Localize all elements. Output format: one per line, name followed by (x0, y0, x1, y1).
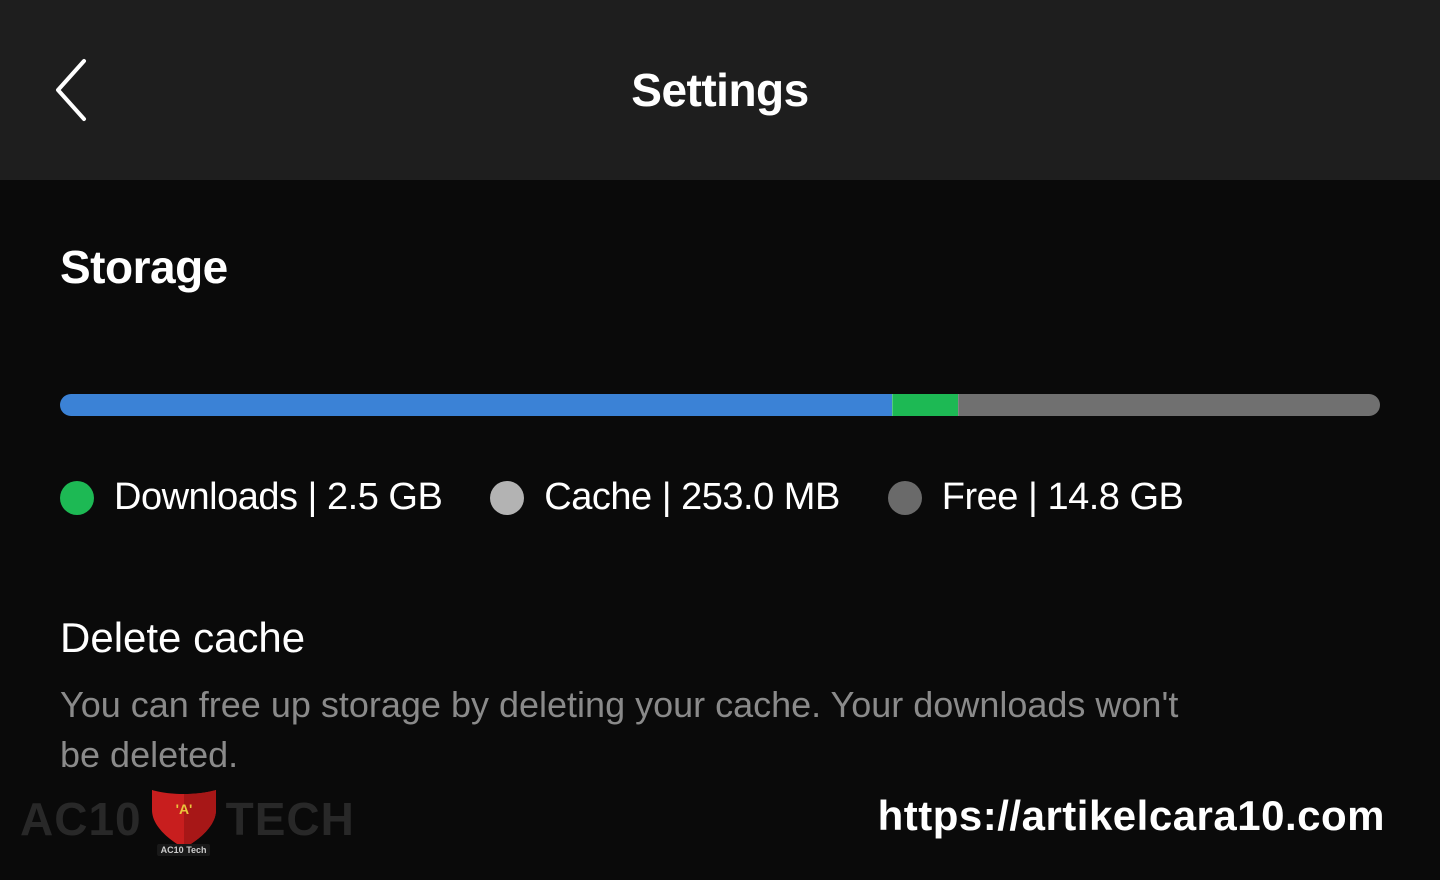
watermark-shield-icon: 'A' AC10 Tech (150, 788, 218, 850)
legend-free-label: Free (942, 476, 1018, 518)
storage-bar-cache (892, 394, 958, 416)
circle-icon (490, 481, 524, 515)
legend-downloads-value: 2.5 GB (327, 476, 442, 518)
storage-usage-bar (60, 394, 1380, 416)
delete-cache-title: Delete cache (60, 614, 1380, 662)
legend-free-value: 14.8 GB (1047, 476, 1183, 518)
content: Storage Downloads | 2.5 GB Cache | 253.0… (0, 180, 1440, 779)
watermark-suffix: TECH (226, 792, 355, 846)
storage-legend: Downloads | 2.5 GB Cache | 253.0 MB Free… (60, 476, 1380, 519)
legend-cache-text: Cache | 253.0 MB (544, 476, 840, 519)
legend-downloads-label: Downloads (114, 476, 298, 518)
legend-cache-label: Cache (544, 476, 651, 518)
watermark-left: AC10 'A' AC10 Tech TECH (20, 788, 355, 850)
watermark-shield-letter: 'A' (175, 801, 192, 817)
legend-item-free: Free | 14.8 GB (888, 476, 1184, 519)
legend-cache-value: 253.0 MB (681, 476, 840, 518)
storage-bar-downloads (60, 394, 892, 416)
legend-item-cache: Cache | 253.0 MB (490, 476, 840, 519)
legend-free-text: Free | 14.8 GB (942, 476, 1184, 519)
chevron-left-icon (52, 57, 88, 123)
watermark-prefix: AC10 (20, 792, 142, 846)
storage-bar-free (958, 394, 1380, 416)
delete-cache-description: You can free up storage by deleting your… (60, 680, 1200, 779)
circle-icon (888, 481, 922, 515)
circle-icon (60, 481, 94, 515)
watermark-shield-sub: AC10 Tech (157, 844, 211, 856)
header: Settings (0, 0, 1440, 180)
watermark-url: https://artikelcara10.com (878, 792, 1385, 840)
page-title: Settings (0, 63, 1440, 117)
storage-section-title: Storage (60, 240, 1380, 294)
legend-item-downloads: Downloads | 2.5 GB (60, 476, 442, 519)
back-button[interactable] (45, 55, 95, 125)
legend-downloads-text: Downloads | 2.5 GB (114, 476, 442, 519)
delete-cache-option[interactable]: Delete cache You can free up storage by … (60, 614, 1380, 779)
